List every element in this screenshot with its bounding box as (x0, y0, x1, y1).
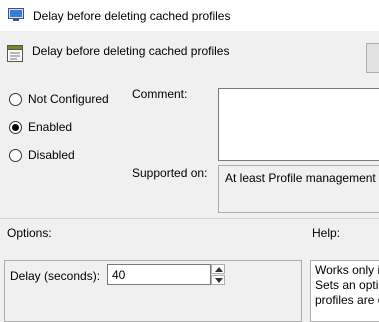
help-panel: Works only i Sets an optic profiles are … (310, 260, 379, 322)
section-divider (0, 218, 379, 219)
title-bar: Delay before deleting cached profiles (0, 0, 379, 31)
delay-seconds-input[interactable]: 40 (107, 264, 211, 285)
radio-disabled[interactable]: Disabled (9, 147, 75, 163)
comment-field[interactable] (218, 88, 379, 161)
options-label: Options: (7, 226, 52, 240)
radio-label-disabled: Disabled (28, 148, 75, 162)
supported-on-field: At least Profile management 5 (218, 165, 379, 213)
window-title: Delay before deleting cached profiles (33, 9, 231, 23)
radio-label-enabled: Enabled (28, 120, 73, 134)
radio-button-disabled[interactable] (9, 148, 22, 162)
radio-label-not-configured: Not Configured (28, 92, 109, 106)
help-line: Works only i (315, 263, 379, 277)
radio-button-enabled[interactable] (9, 120, 22, 134)
delay-label: Delay (seconds): (10, 269, 101, 283)
supported-on-value: At least Profile management 5 (225, 171, 379, 185)
policy-window-icon (8, 8, 24, 22)
radio-enabled[interactable]: Enabled (9, 119, 72, 135)
radio-button-not-configured[interactable] (9, 92, 22, 106)
policy-setting-icon (7, 45, 23, 62)
previous-setting-button[interactable] (366, 43, 379, 73)
spin-up-icon[interactable] (211, 264, 225, 274)
help-line: Sets an optic (315, 278, 379, 292)
spin-down-icon[interactable] (211, 275, 225, 285)
comment-label: Comment: (132, 87, 188, 101)
delay-spinner[interactable] (211, 264, 225, 285)
help-label: Help: (312, 226, 341, 240)
help-line: profiles are c (315, 293, 379, 307)
supported-on-label: Supported on: (132, 166, 208, 180)
delay-seconds-value: 40 (112, 268, 126, 282)
policy-title: Delay before deleting cached profiles (32, 44, 230, 58)
radio-not-configured[interactable]: Not Configured (9, 91, 109, 107)
options-panel: Delay (seconds): 40 (4, 260, 302, 322)
